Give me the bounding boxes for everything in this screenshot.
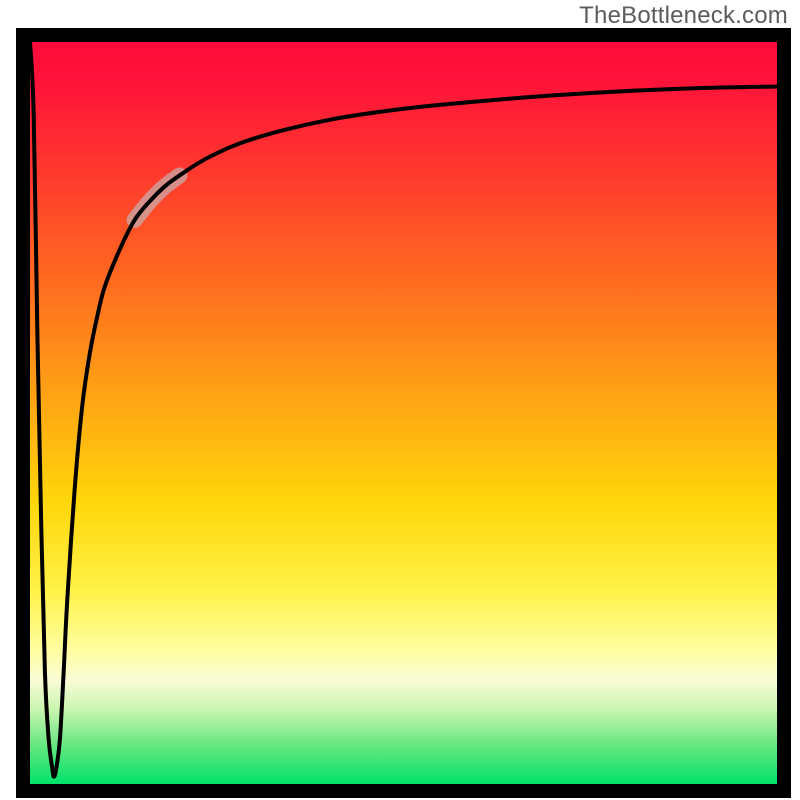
plot-area: [16, 28, 791, 798]
chart-frame: TheBottleneck.com: [0, 0, 800, 800]
curve-svg: [30, 42, 777, 784]
curve-line: [30, 42, 777, 777]
watermark-text: TheBottleneck.com: [579, 2, 788, 30]
